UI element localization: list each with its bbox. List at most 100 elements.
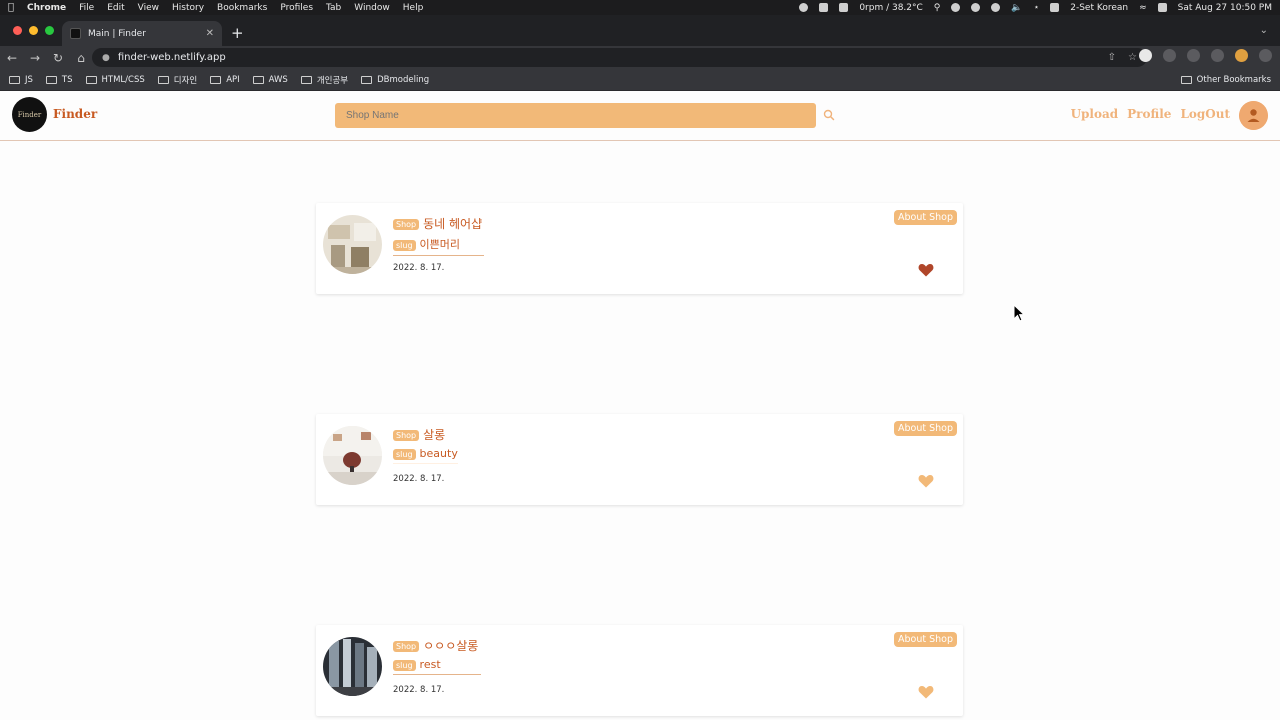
menu-history[interactable]: History — [172, 3, 204, 13]
extension-icon[interactable] — [1139, 49, 1152, 62]
window-controls — [13, 26, 54, 35]
menubar-clock[interactable]: Sat Aug 27 10:50 PM — [1178, 3, 1272, 13]
shop-name: Shop 살롱 — [393, 426, 445, 443]
tab-main-finder[interactable]: Main | Finder ✕ — [62, 21, 222, 46]
brand-title[interactable]: Finder — [53, 107, 97, 121]
kebab-menu-icon[interactable] — [1259, 49, 1272, 62]
close-tab-icon[interactable]: ✕ — [206, 28, 214, 39]
bookmark-folder[interactable]: 디자인 — [157, 74, 197, 86]
about-shop-button[interactable]: About Shop — [893, 632, 957, 647]
chat-icon[interactable] — [991, 3, 1001, 12]
menu-bookmarks[interactable]: Bookmarks — [217, 3, 267, 13]
url-text[interactable]: finder-web.netlify.app — [118, 52, 226, 63]
address-bar[interactable]: ● finder-web.netlify.app ⇧ ☆ — [92, 48, 1147, 67]
other-bookmarks[interactable]: Other Bookmarks — [1180, 75, 1271, 85]
zoom-window-button[interactable] — [45, 26, 54, 35]
shop-tag: Shop — [393, 430, 420, 441]
cloud-icon[interactable] — [839, 3, 849, 12]
favicon-icon — [70, 28, 81, 39]
weather-icon[interactable] — [951, 3, 961, 12]
new-tab-button[interactable]: + — [231, 24, 244, 42]
menu-help[interactable]: Help — [403, 3, 424, 13]
tab-search-icon[interactable]: ⌄ — [1260, 25, 1268, 36]
shop-date: 2022. 8. 17. — [393, 685, 445, 695]
menu-window[interactable]: Window — [354, 3, 390, 13]
close-window-button[interactable] — [13, 26, 22, 35]
wifi-icon[interactable]: ≈ — [1139, 3, 1147, 13]
forward-icon[interactable]: → — [29, 51, 41, 65]
search-icon[interactable]: ⚲ — [934, 3, 941, 13]
browser-chrome: Main | Finder ✕ + ⌄ ← → ↻ ⌂ ● finder-web… — [0, 15, 1280, 91]
about-shop-button[interactable]: About Shop — [893, 210, 957, 225]
search-icon[interactable] — [822, 108, 836, 122]
bookmark-star-icon[interactable]: ☆ — [1128, 52, 1137, 63]
bluetooth-icon[interactable]: ⋆ — [1034, 3, 1040, 13]
puzzle-icon[interactable] — [1187, 49, 1200, 62]
sidepanel-icon[interactable] — [1211, 49, 1224, 62]
shop-thumbnail[interactable] — [323, 215, 382, 274]
shop-thumbnail[interactable] — [323, 426, 382, 485]
slug-tag: slug — [393, 659, 416, 671]
bookmark-folder[interactable]: 개인공부 — [300, 74, 348, 86]
shop-card[interactable]: Shop 동네 헤어샵 slug 이쁜머리 2022. 8. 17. About S… — [316, 203, 963, 294]
fan-temp-status[interactable]: 0rpm / 38.2°C — [859, 3, 922, 13]
shop-slug: slug beauty — [393, 447, 458, 464]
folder-icon — [1180, 75, 1192, 84]
menu-file[interactable]: File — [79, 3, 94, 13]
shop-tag: Shop — [393, 641, 420, 652]
nav-profile-link[interactable]: Profile — [1127, 107, 1171, 121]
shield-icon[interactable] — [819, 3, 829, 12]
folder-icon — [9, 75, 20, 84]
extension-icon-2[interactable] — [1163, 49, 1176, 62]
shop-tag: Shop — [393, 219, 420, 230]
shop-card[interactable]: Shop ㅇㅇㅇ살롱 slug rest 2022. 8. 17. About Sh… — [316, 625, 963, 716]
folder-icon — [45, 75, 57, 84]
bookmark-folder[interactable]: DBmodeling — [361, 75, 429, 85]
folder-icon — [252, 75, 264, 84]
menu-view[interactable]: View — [138, 3, 159, 13]
shop-date: 2022. 8. 17. — [393, 263, 445, 273]
shop-slug: slug rest — [393, 658, 481, 675]
reload-icon[interactable]: ↻ — [52, 51, 64, 65]
shop-thumbnail[interactable] — [323, 637, 382, 696]
about-shop-button[interactable]: About Shop — [893, 421, 957, 436]
shop-card[interactable]: Shop 살롱 slug beauty 2022. 8. 17. About Sho… — [316, 414, 963, 505]
mouse-cursor-icon — [1013, 304, 1025, 322]
bookmark-folder[interactable]: TS — [45, 75, 73, 85]
shop-slug: slug 이쁜머리 — [393, 236, 484, 256]
profile-avatar-icon[interactable] — [1235, 49, 1248, 62]
bookmark-folder[interactable]: HTML/CSS — [85, 75, 145, 85]
folder-icon — [300, 75, 312, 84]
menu-tab[interactable]: Tab — [326, 3, 341, 13]
bookmark-folder[interactable]: JS — [9, 75, 33, 85]
apple-icon[interactable]:  — [8, 2, 14, 13]
menu-app-name[interactable]: Chrome — [27, 3, 66, 13]
home-icon[interactable]: ⌂ — [75, 51, 87, 65]
volume-icon[interactable]: 🔈 — [1011, 3, 1022, 13]
status-app-icon[interactable] — [799, 3, 809, 12]
menu-profiles[interactable]: Profiles — [280, 3, 313, 13]
tab-strip: Main | Finder ✕ + ⌄ — [0, 15, 1280, 46]
tab-title: Main | Finder — [88, 28, 146, 39]
slug-tag: slug — [393, 239, 416, 251]
heart-icon[interactable] — [918, 474, 934, 488]
nav-logout-link[interactable]: LogOut — [1180, 107, 1230, 121]
bookmark-folder[interactable]: AWS — [252, 75, 288, 85]
menu-edit[interactable]: Edit — [107, 3, 124, 13]
lock-icon[interactable]: ● — [102, 53, 110, 63]
site-logo[interactable]: Finder — [12, 97, 47, 132]
heart-icon[interactable] — [918, 685, 934, 699]
back-icon[interactable]: ← — [6, 51, 18, 65]
bookmark-folder[interactable]: API — [210, 75, 240, 85]
minimize-window-button[interactable] — [29, 26, 38, 35]
user-avatar-icon[interactable] — [1239, 101, 1268, 130]
battery-icon[interactable] — [1050, 3, 1060, 12]
record-icon[interactable] — [971, 3, 981, 12]
heart-icon[interactable] — [918, 263, 934, 277]
shop-search-input[interactable] — [335, 103, 816, 128]
share-icon[interactable]: ⇧ — [1108, 52, 1116, 63]
input-method[interactable]: 2-Set Korean — [1070, 3, 1128, 13]
slug-tag: slug — [393, 448, 416, 460]
nav-upload-link[interactable]: Upload — [1071, 107, 1119, 121]
control-center-icon[interactable] — [1157, 3, 1167, 12]
